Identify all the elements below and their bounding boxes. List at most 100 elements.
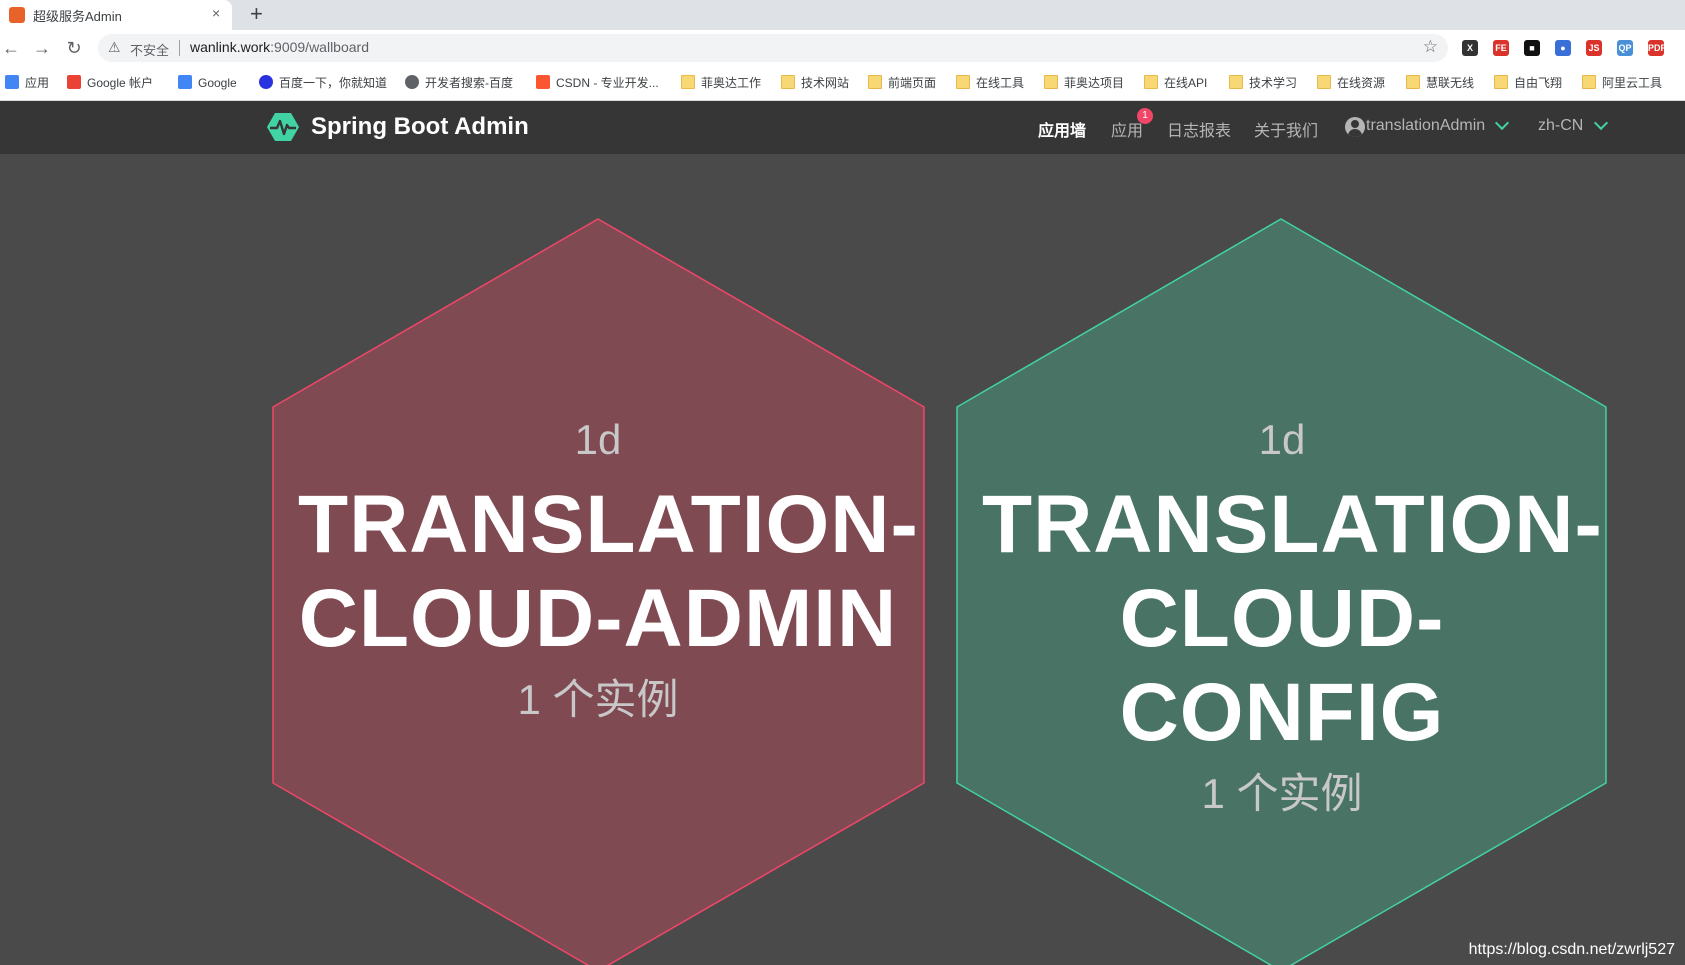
- folder-icon: [1044, 75, 1058, 89]
- instance-count: 1 个实例: [517, 676, 679, 723]
- uptime-label: 1d: [1258, 416, 1306, 463]
- url-text[interactable]: wanlink.work:9009/wallboard: [190, 39, 369, 55]
- nav-journal[interactable]: 日志报表: [1167, 117, 1231, 141]
- back-icon[interactable]: ←: [0, 37, 22, 59]
- nav-about[interactable]: 关于我们: [1254, 117, 1318, 141]
- bookmark-item[interactable]: 在线API: [1144, 74, 1207, 92]
- bookmark-item[interactable]: Google: [178, 74, 237, 92]
- tab-favicon-icon: [9, 7, 25, 23]
- square-extension-icon[interactable]: ■: [1524, 40, 1540, 56]
- nav-language-menu[interactable]: zh-CN: [1538, 117, 1583, 135]
- x-extension-icon[interactable]: X: [1462, 40, 1478, 56]
- folder-icon: [1582, 75, 1596, 89]
- firefox-extension-icon[interactable]: ●: [1555, 40, 1571, 56]
- bookmark-item[interactable]: 前端页面: [868, 74, 936, 92]
- bookmark-label: 在线工具: [976, 76, 1025, 90]
- globe-icon: [405, 75, 419, 89]
- warning-icon[interactable]: ⚠: [108, 39, 121, 56]
- forward-icon[interactable]: →: [31, 37, 53, 59]
- app-name-line: CLOUD-ADMIN: [298, 573, 898, 664]
- folder-icon: [956, 75, 970, 89]
- gmail-icon: [67, 75, 81, 89]
- folder-icon: [868, 75, 882, 89]
- app-name-line: CLOUD-CONFIG: [1119, 573, 1445, 758]
- bookmark-item[interactable]: 自由飞翔: [1494, 74, 1562, 92]
- browser-toolbar: ← → ↻ ⚠ 不安全 wanlink.work:9009/wallboard …: [0, 30, 1685, 66]
- bookmark-item[interactable]: 技术学习: [1229, 74, 1297, 92]
- bookmark-item[interactable]: 慧联无线: [1406, 74, 1474, 92]
- apps-grid-icon: [5, 75, 19, 89]
- bookmark-item[interactable]: 在线资源: [1317, 74, 1385, 92]
- instance-count: 1 个实例: [1201, 770, 1363, 817]
- bookmark-item[interactable]: 在线工具: [956, 74, 1024, 92]
- browser-tab-strip: 超级服务Admin × +: [0, 0, 1685, 30]
- js-extension-icon[interactable]: JS: [1586, 40, 1602, 56]
- bookmark-label: 自由飞翔: [1514, 76, 1563, 90]
- applications-badge: 1: [1137, 108, 1153, 124]
- folder-icon: [1144, 75, 1158, 89]
- bookmark-label: 开发者搜索-百度: [425, 76, 513, 90]
- spring-boot-admin-logo-icon[interactable]: [267, 112, 299, 142]
- pdf-extension-icon[interactable]: PDF: [1648, 40, 1666, 56]
- bookmark-item[interactable]: 开发者搜索-百度: [405, 74, 513, 92]
- url-host: wanlink.work: [190, 39, 271, 55]
- wallboard: 1d TRANSLATION- CLOUD-ADMIN 1 个实例 1d TRA…: [0, 154, 1685, 965]
- bookmark-item[interactable]: 应用: [5, 74, 49, 92]
- folder-icon: [1406, 75, 1420, 89]
- csdn-icon: [536, 75, 550, 89]
- bookmark-item[interactable]: CSDN - 专业开发...: [536, 74, 659, 92]
- bookmark-label: 菲奥达工作: [701, 76, 762, 90]
- bookmark-label: 慧联无线: [1426, 76, 1475, 90]
- nav-user-menu[interactable]: translationAdmin: [1366, 117, 1485, 135]
- address-bar[interactable]: ⚠ 不安全 wanlink.work:9009/wallboard ☆: [98, 34, 1448, 62]
- browser-tab[interactable]: 超级服务Admin ×: [0, 0, 232, 30]
- folder-icon: [681, 75, 695, 89]
- bookmark-item[interactable]: Google 帐户: [67, 74, 153, 92]
- bookmark-star-icon[interactable]: ☆: [1423, 37, 1438, 57]
- new-tab-icon[interactable]: +: [250, 1, 263, 27]
- google-icon: [178, 75, 192, 89]
- insecure-label[interactable]: 不安全: [130, 40, 169, 59]
- qp-extension-icon[interactable]: QP: [1617, 40, 1633, 56]
- tab-title: 超级服务Admin: [33, 9, 122, 24]
- url-path: :9009/wallboard: [270, 39, 369, 55]
- app-card-config[interactable]: 1d TRANSLATION- CLOUD-CONFIG 1 个实例: [982, 416, 1603, 821]
- bookmark-label: 应用: [25, 76, 50, 90]
- app-name-line: TRANSLATION-: [298, 479, 919, 570]
- bookmarks-bar: 应用 Google 帐户 Google 百度一下，你就知道 开发者搜索-百度 CSDN -…: [0, 66, 1685, 101]
- bookmark-item[interactable]: 技术网站: [781, 74, 849, 92]
- reload-icon[interactable]: ↻: [63, 37, 85, 59]
- bookmark-label: 技术学习: [1249, 76, 1298, 90]
- nav-wallboard[interactable]: 应用墙: [1038, 117, 1086, 141]
- bookmark-label: CSDN - 专业开发...: [556, 76, 659, 90]
- bookmark-label: Google: [198, 76, 237, 90]
- bookmark-item[interactable]: 百度一下，你就知道: [259, 74, 387, 92]
- bookmark-label: 前端页面: [888, 76, 937, 90]
- address-divider: [179, 40, 180, 56]
- app-name-line: TRANSLATION-: [982, 479, 1603, 570]
- close-tab-icon[interactable]: ×: [212, 5, 220, 21]
- bookmark-label: 菲奥达项目: [1064, 76, 1125, 90]
- folder-icon: [781, 75, 795, 89]
- folder-icon: [1229, 75, 1243, 89]
- chevron-down-icon[interactable]: [1494, 115, 1510, 131]
- bookmark-label: Google 帐户: [87, 76, 154, 90]
- fe-extension-icon[interactable]: FE: [1493, 40, 1509, 56]
- baidu-icon: [259, 75, 273, 89]
- bookmark-label: 在线资源: [1337, 76, 1386, 90]
- bookmark-item[interactable]: 阿里云工具: [1582, 74, 1662, 92]
- bookmark-label: 在线API: [1164, 76, 1208, 90]
- brand-title[interactable]: Spring Boot Admin: [311, 113, 529, 141]
- user-avatar-icon[interactable]: [1345, 117, 1365, 137]
- folder-icon: [1317, 75, 1331, 89]
- bookmark-label: 百度一下，你就知道: [279, 76, 388, 90]
- bookmark-label: 阿里云工具: [1602, 76, 1663, 90]
- watermark-text: https://blog.csdn.net/zwrlj527: [1468, 941, 1675, 958]
- chevron-down-icon[interactable]: [1593, 115, 1609, 131]
- bookmark-item[interactable]: 菲奥达项目: [1044, 74, 1124, 92]
- bookmark-item[interactable]: 菲奥达工作: [681, 74, 761, 92]
- app-card-admin[interactable]: 1d TRANSLATION- CLOUD-ADMIN 1 个实例: [298, 416, 919, 727]
- app-navbar: Spring Boot Admin 应用墙 应用 1 日志报表 关于我们 tra…: [0, 101, 1685, 154]
- uptime-label: 1d: [574, 416, 622, 463]
- bookmark-label: 技术网站: [801, 76, 850, 90]
